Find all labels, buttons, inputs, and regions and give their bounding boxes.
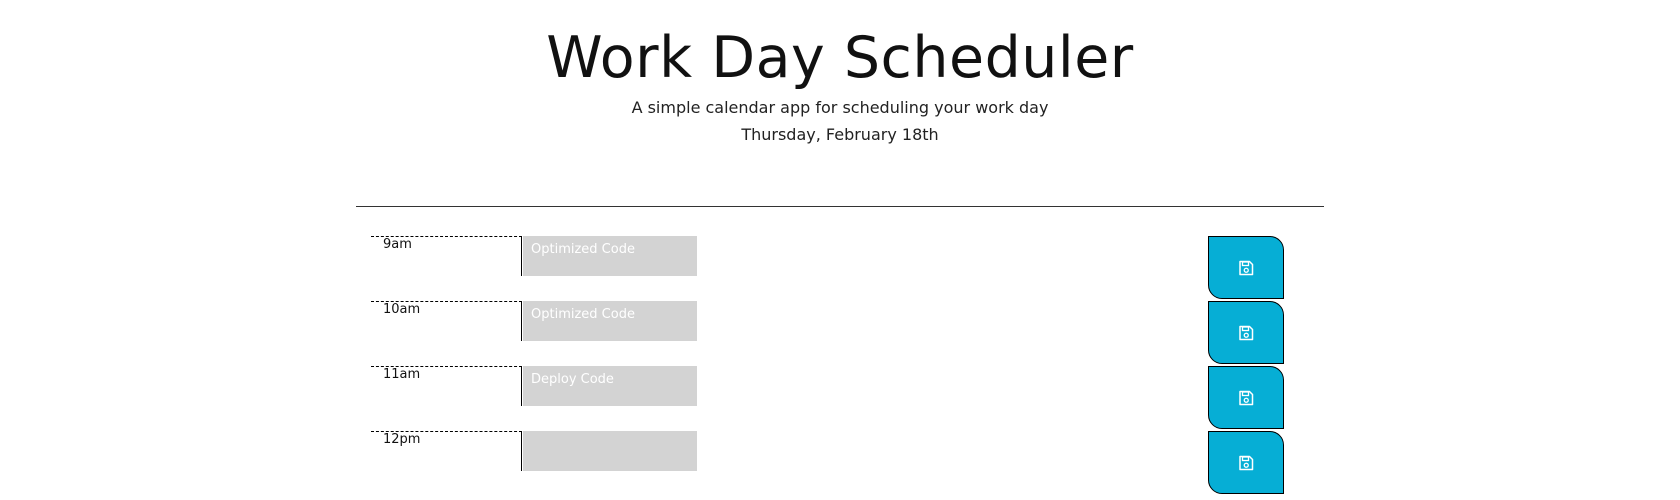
page-title: Work Day Scheduler: [546, 25, 1134, 91]
time-block: 10am Optimized Code: [371, 301, 1284, 365]
event-description-input[interactable]: Optimized Code: [523, 236, 697, 276]
time-block: 9am Optimized Code: [371, 236, 1284, 300]
event-description-input[interactable]: Deploy Code: [523, 366, 697, 406]
time-block: 12pm: [371, 431, 1284, 495]
event-description-input[interactable]: [523, 431, 697, 471]
save-icon: [1239, 260, 1254, 275]
current-day: Thursday, February 18th: [741, 125, 939, 144]
hour-label: 10am: [371, 301, 522, 341]
save-icon: [1239, 325, 1254, 340]
hour-label: 12pm: [371, 431, 522, 471]
save-icon: [1239, 390, 1254, 405]
save-button[interactable]: [1208, 236, 1284, 299]
hour-label: 11am: [371, 366, 522, 406]
hour-label: 9am: [371, 236, 522, 276]
save-button[interactable]: [1208, 366, 1284, 429]
save-button[interactable]: [1208, 301, 1284, 364]
time-block: 11am Deploy Code: [371, 366, 1284, 430]
event-description-input[interactable]: Optimized Code: [523, 301, 697, 341]
app-description: A simple calendar app for scheduling you…: [631, 98, 1049, 117]
save-button[interactable]: [1208, 431, 1284, 494]
save-icon: [1239, 455, 1254, 470]
header-divider: [356, 206, 1324, 207]
